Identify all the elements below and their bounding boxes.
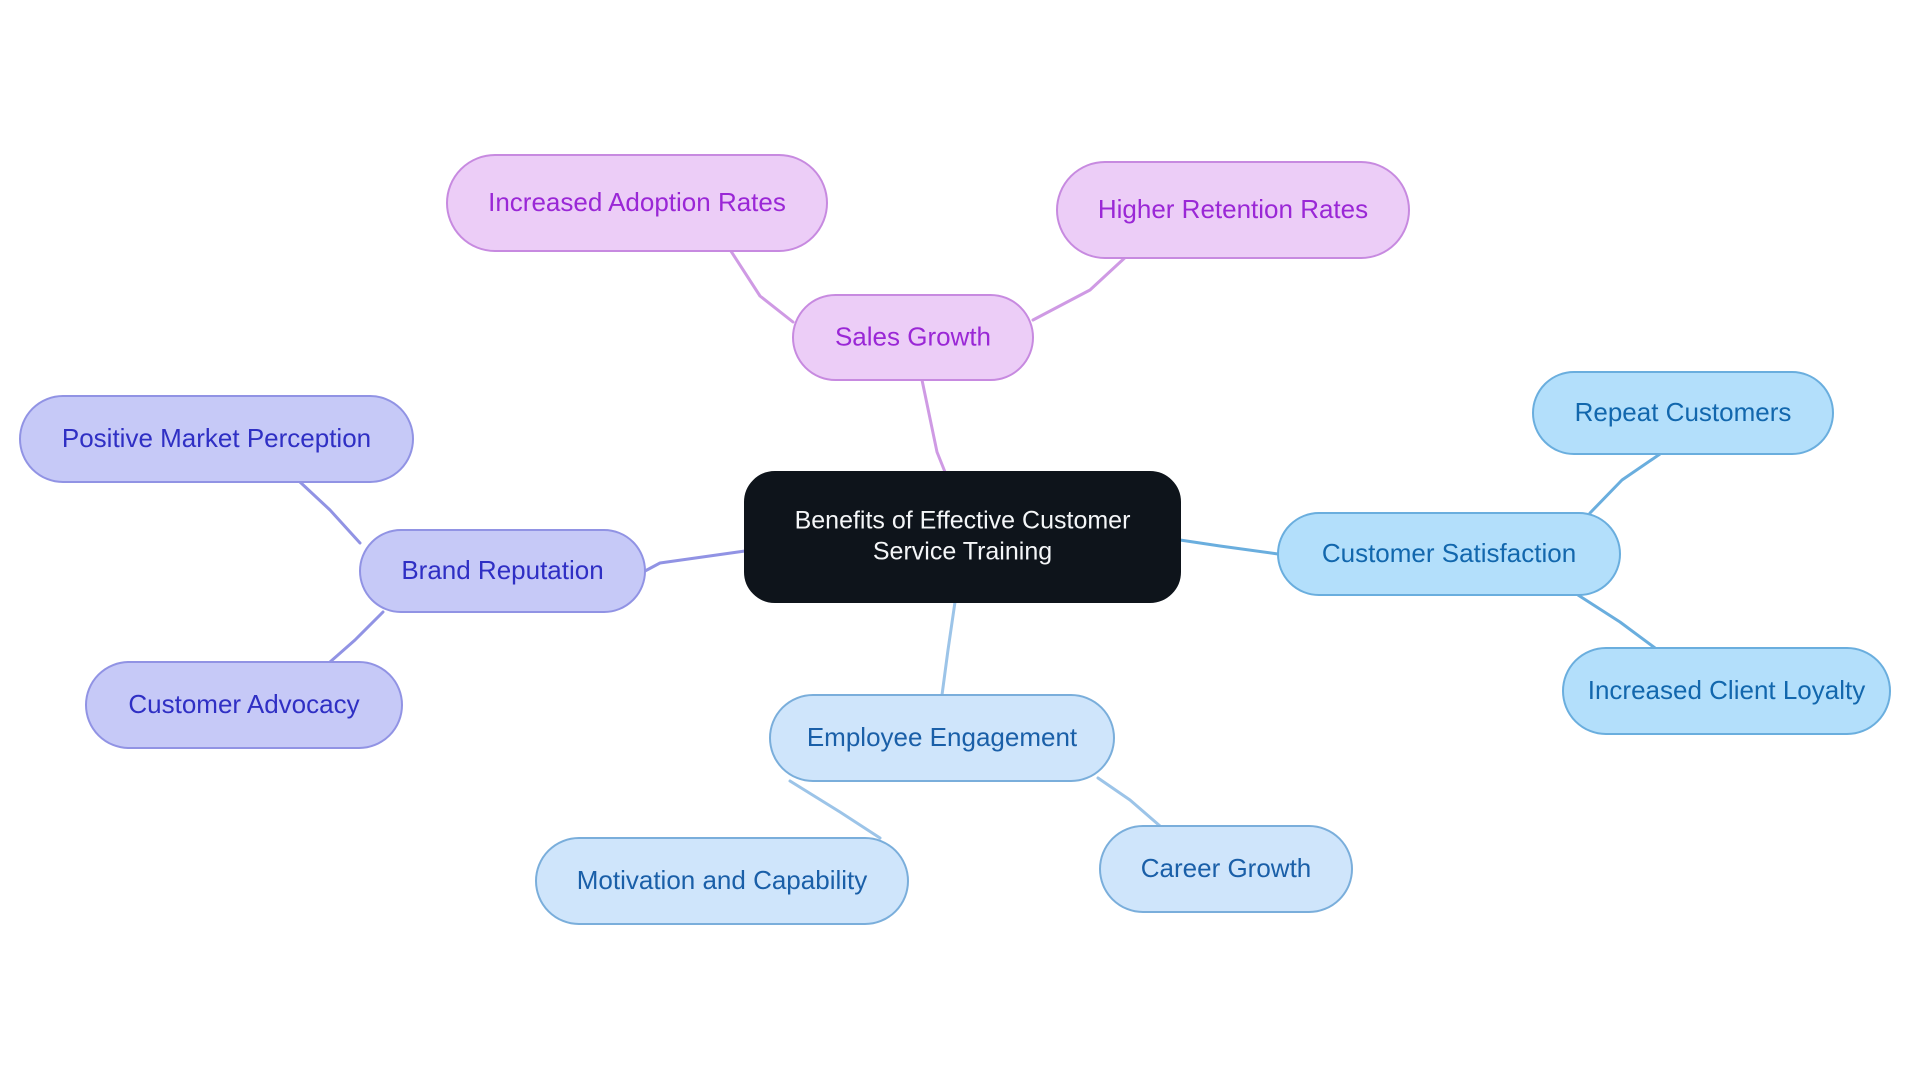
edge-sales-growth-to-increased-adoption-rates: [725, 243, 795, 324]
leaf-node-label: Increased Client Loyalty: [1588, 675, 1865, 705]
edge-root-to-customer-satisfaction: [1178, 538, 1280, 556]
leaf-node-higher-retention-rates[interactable]: Higher Retention Rates: [1056, 161, 1410, 259]
leaf-node-label: Higher Retention Rates: [1098, 194, 1368, 224]
branch-node-label: Customer Satisfaction: [1322, 538, 1576, 568]
mind-map-canvas: Increased Adoption Rates Higher Retention…: [0, 0, 1920, 1083]
leaf-node-repeat-customers[interactable]: Repeat Customers: [1532, 371, 1834, 455]
edge-brand-reputation-to-customer-advocacy: [328, 610, 385, 664]
leaf-node-motivation-and-capability[interactable]: Motivation and Capability: [535, 837, 909, 925]
leaf-node-label: Repeat Customers: [1575, 397, 1792, 427]
root-node-root[interactable]: Benefits of Effective Customer Service Tr…: [744, 471, 1181, 603]
edge-customer-satisfaction-to-repeat-customers: [1588, 452, 1662, 515]
edge-root-to-brand-reputation: [643, 549, 747, 573]
leaf-node-increased-adoption-rates[interactable]: Increased Adoption Rates: [446, 154, 828, 252]
leaf-node-customer-advocacy[interactable]: Customer Advocacy: [85, 661, 403, 749]
edge-sales-growth-to-higher-retention-rates: [1031, 251, 1132, 322]
branch-node-brand-reputation[interactable]: Brand Reputation: [359, 529, 646, 613]
edge-root-to-employee-engagement: [940, 600, 957, 697]
leaf-node-increased-client-loyalty[interactable]: Increased Client Loyalty: [1562, 647, 1891, 735]
leaf-node-label: Customer Advocacy: [128, 689, 359, 719]
leaf-node-label: Positive Market Perception: [62, 423, 371, 453]
edge-root-to-sales-growth: [920, 378, 947, 474]
edge-employee-engagement-to-motivation-and-capability: [788, 779, 882, 840]
branch-node-label: Employee Engagement: [807, 722, 1078, 752]
leaf-node-label: Increased Adoption Rates: [488, 187, 786, 217]
branch-node-customer-satisfaction[interactable]: Customer Satisfaction: [1277, 512, 1621, 596]
branch-node-employee-engagement[interactable]: Employee Engagement: [769, 694, 1115, 782]
branch-node-sales-growth[interactable]: Sales Growth: [792, 294, 1034, 381]
edge-employee-engagement-to-career-growth: [1096, 776, 1162, 828]
mind-map-svg: Increased Adoption Rates Higher Retention…: [19, 154, 1891, 925]
leaf-node-label: Career Growth: [1141, 853, 1312, 883]
branch-node-label: Sales Growth: [835, 321, 991, 351]
branch-node-label: Brand Reputation: [401, 555, 603, 585]
edge-customer-satisfaction-to-increased-client-loyalty: [1576, 593, 1657, 650]
leaf-node-positive-market-perception[interactable]: Positive Market Perception: [19, 395, 414, 483]
leaf-node-label: Motivation and Capability: [577, 865, 868, 895]
leaf-node-career-growth[interactable]: Career Growth: [1099, 825, 1353, 913]
edge-brand-reputation-to-positive-market-perception: [298, 480, 362, 545]
nodes-layer: Increased Adoption Rates Higher Retention…: [19, 154, 1891, 925]
